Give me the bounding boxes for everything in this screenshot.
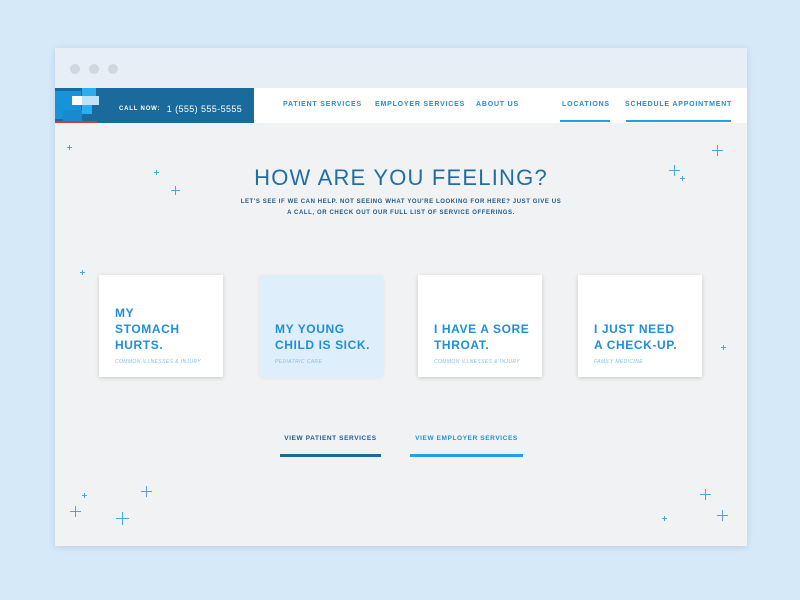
card-heading-line: I HAVE A SORE xyxy=(434,322,530,336)
card-heading: I JUST NEED A CHECK-UP. xyxy=(594,321,696,353)
card-sore-throat[interactable]: I HAVE A SORE THROAT. COMMON ILLNESSES &… xyxy=(418,275,542,377)
nav-locations[interactable]: LOCATIONS xyxy=(562,101,610,108)
page-title: HOW ARE YOU FEELING? xyxy=(254,165,548,190)
window-minimize-dot-icon[interactable] xyxy=(89,64,99,74)
call-now[interactable]: CALL NOW: 1 (555) 555-5555 xyxy=(119,100,242,118)
card-heading-line: A CHECK-UP. xyxy=(594,338,678,352)
card-category: PEDIATRIC CARE xyxy=(275,359,323,365)
logo-red-accent xyxy=(55,121,97,123)
card-stomach-hurts[interactable]: MY STOMACH HURTS. COMMON ILLNESSES & INJ… xyxy=(99,275,223,377)
view-employer-services-label: VIEW EMPLOYER SERVICES xyxy=(415,435,518,442)
nav-about-us[interactable]: ABOUT US xyxy=(476,101,519,108)
page-subtitle-line-1: LET'S SEE IF WE CAN HELP. NOT SEEING WHA… xyxy=(240,199,562,205)
page-subtitle: LET'S SEE IF WE CAN HELP. NOT SEEING WHA… xyxy=(221,197,581,219)
nav-patient-services[interactable]: PATIENT SERVICES xyxy=(283,101,362,108)
browser-window: CALL NOW: 1 (555) 555-5555 PATIENT SERVI… xyxy=(55,48,747,546)
page-subtitle-line-2: A CALL, OR CHECK OUT OUR FULL LIST OF SE… xyxy=(287,210,515,216)
view-employer-services-button[interactable]: VIEW EMPLOYER SERVICES xyxy=(410,435,523,457)
card-heading-line: I JUST NEED xyxy=(594,322,675,336)
phone-number[interactable]: 1 (555) 555-5555 xyxy=(167,104,242,114)
window-titlebar xyxy=(55,48,747,88)
card-heading-line: MY xyxy=(115,306,135,320)
nav-employer-services[interactable]: EMPLOYER SERVICES xyxy=(375,101,465,108)
card-category: FAMILY MEDICINE xyxy=(594,359,643,365)
nav-schedule-underline xyxy=(626,120,731,122)
card-heading: MY STOMACH HURTS. xyxy=(115,305,217,353)
card-heading: MY YOUNG CHILD IS SICK. xyxy=(275,321,377,353)
card-heading-line: THROAT. xyxy=(434,338,490,352)
site-header: CALL NOW: 1 (555) 555-5555 PATIENT SERVI… xyxy=(55,88,747,123)
button-underline xyxy=(410,454,523,457)
brand-bar: CALL NOW: 1 (555) 555-5555 xyxy=(55,88,254,123)
card-category: COMMON ILLNESSES & INJURY xyxy=(115,359,201,365)
card-heading-line: STOMACH xyxy=(115,322,180,336)
card-heading: I HAVE A SORE THROAT. xyxy=(434,321,536,353)
view-patient-services-button[interactable]: VIEW PATIENT SERVICES xyxy=(280,435,381,457)
nav-schedule-appointment[interactable]: SCHEDULE APPOINTMENT xyxy=(625,101,732,108)
view-patient-services-label: VIEW PATIENT SERVICES xyxy=(284,435,377,442)
card-check-up[interactable]: I JUST NEED A CHECK-UP. FAMILY MEDICINE xyxy=(578,275,702,377)
call-now-label: CALL NOW: xyxy=(119,105,161,112)
window-maximize-dot-icon[interactable] xyxy=(108,64,118,74)
window-close-dot-icon[interactable] xyxy=(70,64,80,74)
card-heading-line: CHILD IS SICK. xyxy=(275,338,371,352)
card-category: COMMON ILLNESSES & INJURY xyxy=(434,359,520,365)
nav-locations-underline xyxy=(560,120,610,122)
card-heading-line: HURTS. xyxy=(115,338,164,352)
card-heading-line: MY YOUNG xyxy=(275,322,345,336)
button-underline xyxy=(280,454,381,457)
medical-cross-logo-icon[interactable] xyxy=(55,88,103,123)
card-child-sick[interactable]: MY YOUNG CHILD IS SICK. PEDIATRIC CARE xyxy=(259,275,383,377)
